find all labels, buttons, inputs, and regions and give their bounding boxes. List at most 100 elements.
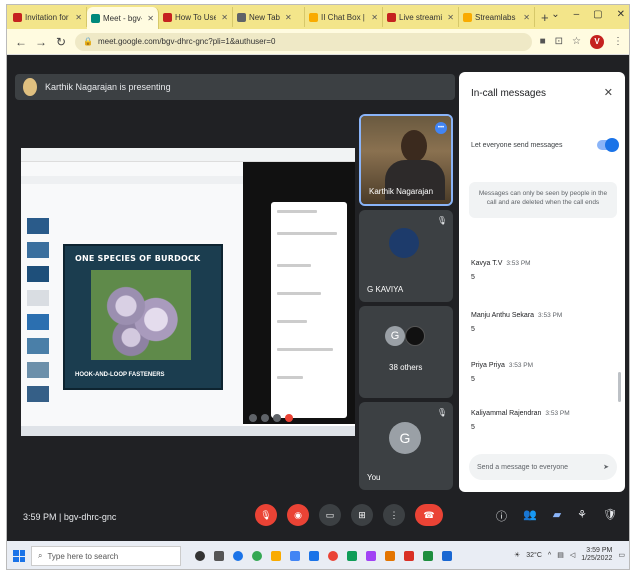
close-icon[interactable]: ✕ — [285, 13, 292, 22]
mini-line — [277, 210, 317, 213]
store-icon[interactable] — [290, 551, 300, 561]
screen: Invitation for the ✕ Meet - bgv- ✕ How T… — [6, 4, 630, 570]
notifications-icon[interactable]: ▭ — [618, 551, 625, 559]
mic-off-button[interactable]: 🎙 — [255, 504, 277, 526]
shared-chat-panel — [271, 202, 347, 418]
activities-icon[interactable]: ⚘ — [577, 508, 587, 524]
app-icon[interactable] — [385, 551, 395, 561]
windows-start-icon[interactable] — [13, 550, 25, 562]
close-icon[interactable]: ✕ — [447, 13, 454, 22]
volume-icon[interactable]: ◁ — [570, 551, 575, 559]
tab-label: Live streaming — [399, 12, 442, 22]
reload-icon[interactable]: ↻ — [55, 35, 67, 49]
share-icon[interactable]: ⊡ — [555, 36, 563, 47]
mail-icon[interactable] — [309, 551, 319, 561]
more-options-button[interactable]: ⋮ — [383, 504, 405, 526]
close-icon[interactable]: ✕ — [371, 13, 378, 22]
end-call-button[interactable]: ☎ — [415, 504, 443, 526]
chat-scrollbar[interactable] — [618, 372, 621, 402]
forward-icon[interactable]: → — [35, 35, 47, 49]
chat-input[interactable]: Send a message to everyone ➤ — [469, 454, 617, 480]
message-sender: Priya Priya — [471, 362, 505, 369]
chrome-icon[interactable] — [328, 551, 338, 561]
self-tile[interactable]: 🎙 G You — [359, 402, 453, 490]
browser-tab[interactable]: How To Use T ✕ — [159, 7, 233, 27]
meeting-code: bgv-dhrc-gnc — [63, 512, 117, 522]
tab-label: Meet - bgv- — [103, 13, 143, 23]
captions-button[interactable]: ▭ — [319, 504, 341, 526]
burdock-image — [91, 270, 191, 360]
app-icon[interactable] — [347, 551, 357, 561]
system-tray: ☀ 32°C ^ ▤ ◁ 3:59 PM 1/25/2022 ▭ — [514, 547, 625, 564]
star-icon[interactable]: ☆ — [572, 36, 581, 47]
close-icon[interactable]: ✕ — [604, 86, 613, 99]
send-icon[interactable]: ➤ — [603, 463, 609, 471]
close-icon[interactable]: ✕ — [523, 13, 530, 22]
tab-search-icon[interactable]: ⌄ — [551, 9, 559, 20]
meeting-info: 3:59 PM | bgv-dhrc-gnc — [23, 512, 116, 522]
camera-icon[interactable]: ■ — [540, 36, 546, 47]
message-sender: Kaliyammal Rajendran — [471, 410, 542, 417]
participant-tile[interactable]: ••• Karthik Nagarajan — [359, 114, 453, 206]
url-text: meet.google.com/bgv-dhrc-gnc?pli=1&authu… — [97, 37, 276, 46]
browser-tab[interactable]: Invitation for the ✕ — [9, 7, 87, 27]
mic-off-icon: 🎙 — [436, 408, 447, 417]
cortana-icon[interactable] — [195, 551, 205, 561]
browser-tab[interactable]: Streamlabs Pre ✕ — [459, 7, 535, 27]
shared-screen[interactable]: ONE SPECIES OF BURDOCK HOOK-AND-LOOP FAS… — [21, 148, 355, 436]
chat-icon[interactable]: ▰ — [553, 508, 561, 524]
allow-messages-toggle[interactable] — [597, 138, 619, 152]
file-explorer-icon[interactable] — [271, 551, 281, 561]
people-icon[interactable]: 👥 — [523, 508, 537, 524]
network-icon[interactable]: ▤ — [557, 551, 564, 559]
tray-arrow-icon[interactable]: ^ — [548, 552, 551, 559]
chat-message: Kavya T.V 3:53 PM 5 — [471, 252, 611, 281]
info-icon[interactable]: ⓘ — [496, 508, 507, 524]
message-time: 3:53 PM — [508, 362, 534, 369]
self-avatar: G — [389, 422, 421, 454]
message-text: 5 — [471, 376, 475, 383]
camera-off-button[interactable]: ◉ — [287, 504, 309, 526]
close-icon[interactable]: ✕ — [147, 14, 154, 23]
weather-icon[interactable]: ☀ — [514, 551, 520, 559]
shared-toolbar — [21, 176, 243, 184]
minimize-icon[interactable]: – — [574, 9, 580, 20]
maximize-icon[interactable]: ▢ — [593, 9, 602, 20]
participant-avatar — [389, 228, 419, 258]
call-controls-bar: 3:59 PM | bgv-dhrc-gnc 🎙 ◉ ▭ ⊞ ⋮ ☎ ⓘ 👥 ▰… — [7, 492, 629, 540]
participant-tile[interactable]: G 38 others — [359, 306, 453, 398]
slide-thumbnail — [27, 314, 49, 330]
weather-text: 32°C — [526, 551, 542, 559]
address-bar: ← → ↻ 🔒 meet.google.com/bgv-dhrc-gnc?pli… — [7, 29, 629, 55]
windows-logo-pane — [19, 556, 25, 562]
participant-tile[interactable]: 🎙 G KAVIYA — [359, 210, 453, 302]
browser-tab[interactable]: Live streaming ✕ — [383, 7, 459, 27]
browser-tab[interactable]: New Tab ✕ — [233, 7, 305, 27]
url-field[interactable]: 🔒 meet.google.com/bgv-dhrc-gnc?pli=1&aut… — [75, 32, 532, 51]
present-button[interactable]: ⊞ — [351, 504, 373, 526]
presenter-text: Karthik Nagarajan is presenting — [45, 82, 171, 92]
task-view-icon[interactable] — [214, 551, 224, 561]
chrome-icon[interactable] — [252, 551, 262, 561]
browser-tab[interactable]: II Chat Box | Tr ✕ — [305, 7, 383, 27]
windows-logo-pane — [13, 550, 19, 556]
clock[interactable]: 3:59 PM 1/25/2022 — [581, 547, 612, 564]
participant-avatar: G — [385, 326, 405, 346]
close-icon[interactable]: ✕ — [221, 13, 228, 22]
close-window-icon[interactable]: ✕ — [617, 9, 625, 20]
app-icon[interactable] — [423, 551, 433, 561]
profile-avatar[interactable]: V — [590, 34, 604, 49]
back-icon[interactable]: ← — [15, 35, 27, 49]
taskbar-search[interactable]: ⌕ Type here to search — [31, 546, 181, 566]
edge-icon[interactable] — [233, 551, 243, 561]
app-icon[interactable] — [442, 551, 452, 561]
message-sender: Kavya T.V — [471, 260, 503, 267]
app-icon[interactable] — [404, 551, 414, 561]
close-icon[interactable]: ✕ — [75, 13, 82, 22]
browser-tab-active[interactable]: Meet - bgv- ✕ — [87, 7, 159, 29]
new-tab-icon — [237, 12, 246, 22]
host-controls-icon[interactable]: 🛡 — [603, 508, 617, 524]
menu-icon[interactable]: ⋮ — [613, 36, 623, 47]
app-icon[interactable] — [366, 551, 376, 561]
speaking-icon: ••• — [435, 122, 447, 134]
